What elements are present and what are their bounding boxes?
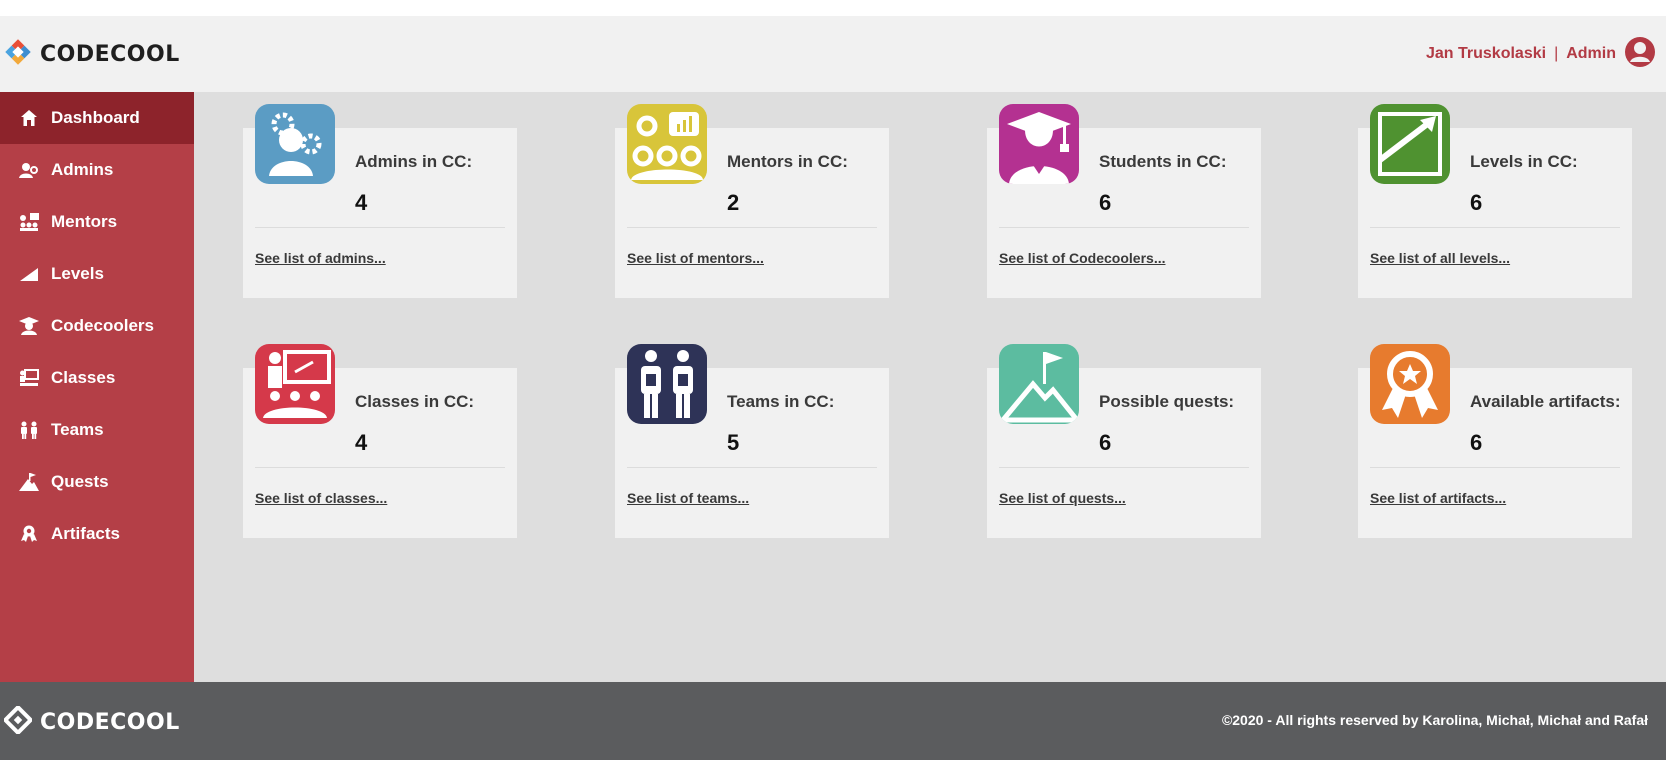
sidebar-item-dashboard[interactable]: Dashboard	[0, 92, 194, 144]
admin-icon	[18, 159, 40, 181]
see-mentors-link[interactable]: See list of mentors...	[627, 250, 764, 266]
codecool-logo-icon	[4, 38, 32, 71]
see-quests-link[interactable]: See list of quests...	[999, 490, 1126, 506]
footer: CODECOOL ©2020 - All rights reserved by …	[0, 682, 1666, 760]
card-divider	[627, 467, 877, 468]
card-title: Available artifacts:	[1470, 392, 1621, 411]
artifacts-icon	[1370, 344, 1450, 424]
card-title: Teams in CC:	[727, 392, 835, 411]
student-icon	[18, 315, 40, 337]
card-count: 6	[1099, 430, 1112, 455]
sidebar-item-quests[interactable]: Quests	[0, 456, 194, 508]
codecool-logo-icon	[2, 703, 34, 739]
card-divider	[255, 467, 505, 468]
card-divider	[627, 227, 877, 228]
footer-brand: CODECOOL	[2, 703, 180, 740]
card-levels: Levels in CC: 6 See list of all levels..…	[1358, 104, 1632, 298]
see-admins-link[interactable]: See list of admins...	[255, 250, 386, 266]
quests-icon	[999, 344, 1079, 424]
card-artifacts: Available artifacts: 6 See list of artif…	[1358, 344, 1632, 538]
sidebar-item-mentors[interactable]: Mentors	[0, 196, 194, 248]
see-classes-link[interactable]: See list of classes...	[255, 490, 387, 506]
sidebar: Dashboard Admins Mentors Levels Codecool…	[0, 92, 194, 682]
brand-name: CODECOOL	[40, 41, 180, 67]
quests-icon	[18, 471, 40, 493]
user-separator: |	[1554, 45, 1559, 62]
sidebar-item-label: Mentors	[51, 212, 118, 231]
card-teams: Teams in CC: 5 See list of teams...	[615, 344, 889, 538]
sidebar-item-label: Classes	[51, 368, 116, 387]
card-divider	[1370, 227, 1620, 228]
home-icon	[18, 107, 40, 129]
card-mentors: Mentors in CC: 2 See list of mentors...	[615, 104, 889, 298]
card-divider	[999, 227, 1249, 228]
see-artifacts-link[interactable]: See list of artifacts...	[1370, 490, 1506, 506]
card-title: Students in CC:	[1099, 152, 1227, 171]
sidebar-item-label: Codecoolers	[51, 316, 154, 335]
see-levels-link[interactable]: See list of all levels...	[1370, 250, 1510, 266]
brand-logo[interactable]: CODECOOL	[4, 36, 180, 72]
card-divider	[999, 467, 1249, 468]
card-admins: Admins in CC: 4 See list of admins...	[243, 104, 517, 298]
sidebar-item-levels[interactable]: Levels	[0, 248, 194, 300]
mentor-icon	[18, 211, 40, 233]
classes-icon	[18, 367, 40, 389]
user-role: Admin	[1566, 45, 1616, 62]
card-title: Possible quests:	[1099, 392, 1235, 411]
card-count: 6	[1099, 190, 1112, 215]
sidebar-item-label: Quests	[51, 472, 109, 491]
sidebar-item-codecoolers[interactable]: Codecoolers	[0, 300, 194, 352]
card-students: Students in CC: 6 See list of Codecooler…	[987, 104, 1261, 298]
see-codecoolers-link[interactable]: See list of Codecoolers...	[999, 250, 1166, 266]
levels-icon	[1370, 104, 1450, 184]
sidebar-item-label: Teams	[51, 420, 104, 439]
sidebar-item-label: Admins	[51, 160, 114, 179]
sidebar-item-teams[interactable]: Teams	[0, 404, 194, 456]
card-title: Mentors in CC:	[727, 152, 848, 171]
top-header: CODECOOL Jan Truskolaski | Admin	[0, 16, 1666, 92]
card-count: 2	[727, 190, 740, 215]
teams-icon	[18, 419, 40, 441]
user-avatar-icon[interactable]	[1624, 36, 1656, 73]
card-count: 6	[1470, 190, 1483, 215]
sidebar-item-artifacts[interactable]: Artifacts	[0, 508, 194, 560]
copyright-text: ©2020 - All rights reserved by Karolina,…	[1221, 712, 1648, 728]
card-title: Classes in CC:	[355, 392, 475, 411]
mentor-icon	[627, 104, 707, 184]
sidebar-item-admins[interactable]: Admins	[0, 144, 194, 196]
user-menu[interactable]: Jan Truskolaski | Admin	[1426, 36, 1656, 72]
card-count: 4	[355, 190, 368, 215]
card-classes: Classes in CC: 4 See list of classes...	[243, 344, 517, 538]
card-title: Admins in CC:	[355, 152, 473, 171]
card-divider	[1370, 467, 1620, 468]
card-count: 4	[355, 430, 368, 455]
levels-icon	[18, 263, 40, 285]
classes-icon	[255, 344, 335, 424]
footer-brand-name: CODECOOL	[40, 709, 180, 735]
student-icon	[999, 104, 1079, 184]
dashboard-main: Admins in CC: 4 See list of admins... Me…	[194, 92, 1666, 682]
teams-icon	[627, 344, 707, 424]
card-title: Levels in CC:	[1470, 152, 1578, 171]
see-teams-link[interactable]: See list of teams...	[627, 490, 749, 506]
sidebar-item-label: Artifacts	[51, 524, 120, 543]
card-count: 6	[1470, 430, 1483, 455]
card-divider	[255, 227, 505, 228]
artifacts-icon	[18, 523, 40, 545]
admin-icon	[255, 104, 335, 184]
card-count: 5	[727, 430, 740, 455]
user-name: Jan Truskolaski	[1426, 45, 1547, 62]
sidebar-item-label: Levels	[51, 264, 104, 283]
sidebar-item-label: Dashboard	[51, 108, 140, 127]
sidebar-item-classes[interactable]: Classes	[0, 352, 194, 404]
card-quests: Possible quests: 6 See list of quests...	[987, 344, 1261, 538]
